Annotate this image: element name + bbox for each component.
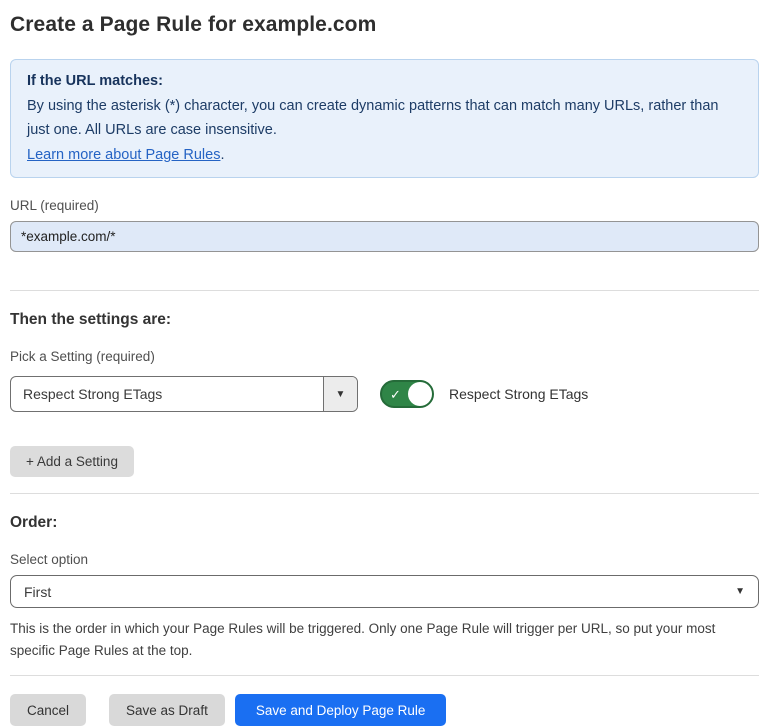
order-help-text: This is the order in which your Page Rul… [10,618,755,662]
chevron-down-icon: ▼ [735,586,745,597]
toggle-label: Respect Strong ETags [449,386,588,402]
toggle-knob [408,382,432,406]
section-divider [10,493,759,494]
add-setting-button[interactable]: + Add a Setting [10,446,134,477]
learn-more-link[interactable]: Learn more about Page Rules [27,147,220,163]
url-field-label: URL (required) [10,198,759,213]
setting-toggle[interactable]: ✓ [380,380,434,408]
info-box-heading: If the URL matches: [27,69,742,94]
actions-row: Cancel Save as Draft Save and Deploy Pag… [10,694,759,726]
setting-select-arrow-button[interactable]: ▼ [323,377,357,411]
save-draft-button[interactable]: Save as Draft [109,694,225,726]
setting-select-value: Respect Strong ETags [11,377,323,411]
order-select-label: Select option [10,552,759,567]
settings-heading: Then the settings are: [10,311,759,329]
setting-row: Respect Strong ETags ▼ ✓ Respect Strong … [10,376,759,412]
page-title: Create a Page Rule for example.com [10,13,759,37]
footer-divider [10,675,759,676]
section-divider [10,290,759,291]
order-select-value: First [24,584,735,600]
link-suffix: . [220,147,224,163]
chevron-down-icon: ▼ [336,389,346,400]
check-icon: ✓ [390,388,401,401]
info-box-link-line: Learn more about Page Rules. [27,143,742,168]
order-heading: Order: [10,514,759,532]
cancel-button[interactable]: Cancel [10,694,86,726]
order-select[interactable]: First ▼ [10,575,759,608]
page-rule-form: Create a Page Rule for example.com If th… [0,0,769,726]
save-deploy-button[interactable]: Save and Deploy Page Rule [235,694,447,726]
info-box-body: By using the asterisk (*) character, you… [27,94,742,143]
url-input[interactable] [10,221,759,252]
setting-select[interactable]: Respect Strong ETags ▼ [10,376,358,412]
setting-picker-label: Pick a Setting (required) [10,349,759,364]
url-match-info-box: If the URL matches: By using the asteris… [10,59,759,178]
